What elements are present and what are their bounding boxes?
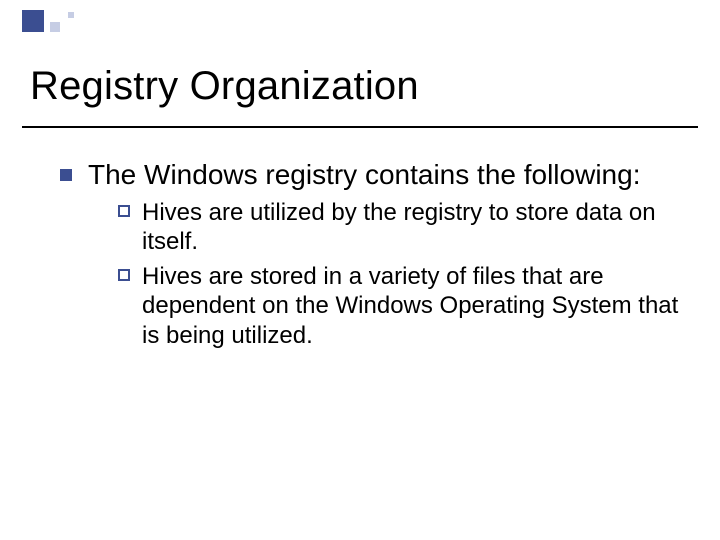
slide-title: Registry Organization	[30, 64, 690, 109]
bullet-level2-text: Hives are stored in a variety of files t…	[142, 263, 678, 349]
deco-square-tiny	[68, 12, 74, 18]
bullet-level1-text: The Windows registry contains the follow…	[88, 159, 640, 190]
bullet-level2: Hives are stored in a variety of files t…	[118, 262, 680, 350]
sub-bullet-group: Hives are utilized by the registry to st…	[88, 198, 680, 350]
bullet-level2-text: Hives are utilized by the registry to st…	[142, 199, 656, 255]
hollow-square-bullet-icon	[118, 269, 130, 281]
deco-square-light	[50, 22, 60, 32]
slide-body: The Windows registry contains the follow…	[60, 158, 680, 364]
bullet-level2: Hives are utilized by the registry to st…	[118, 198, 680, 257]
hollow-square-bullet-icon	[118, 205, 130, 217]
square-bullet-icon	[60, 169, 72, 181]
slide: Registry Organization The Windows regist…	[0, 0, 720, 540]
bullet-level1: The Windows registry contains the follow…	[60, 158, 680, 350]
corner-decoration	[22, 10, 102, 42]
title-underline	[22, 126, 698, 128]
deco-square-dark	[22, 10, 44, 32]
